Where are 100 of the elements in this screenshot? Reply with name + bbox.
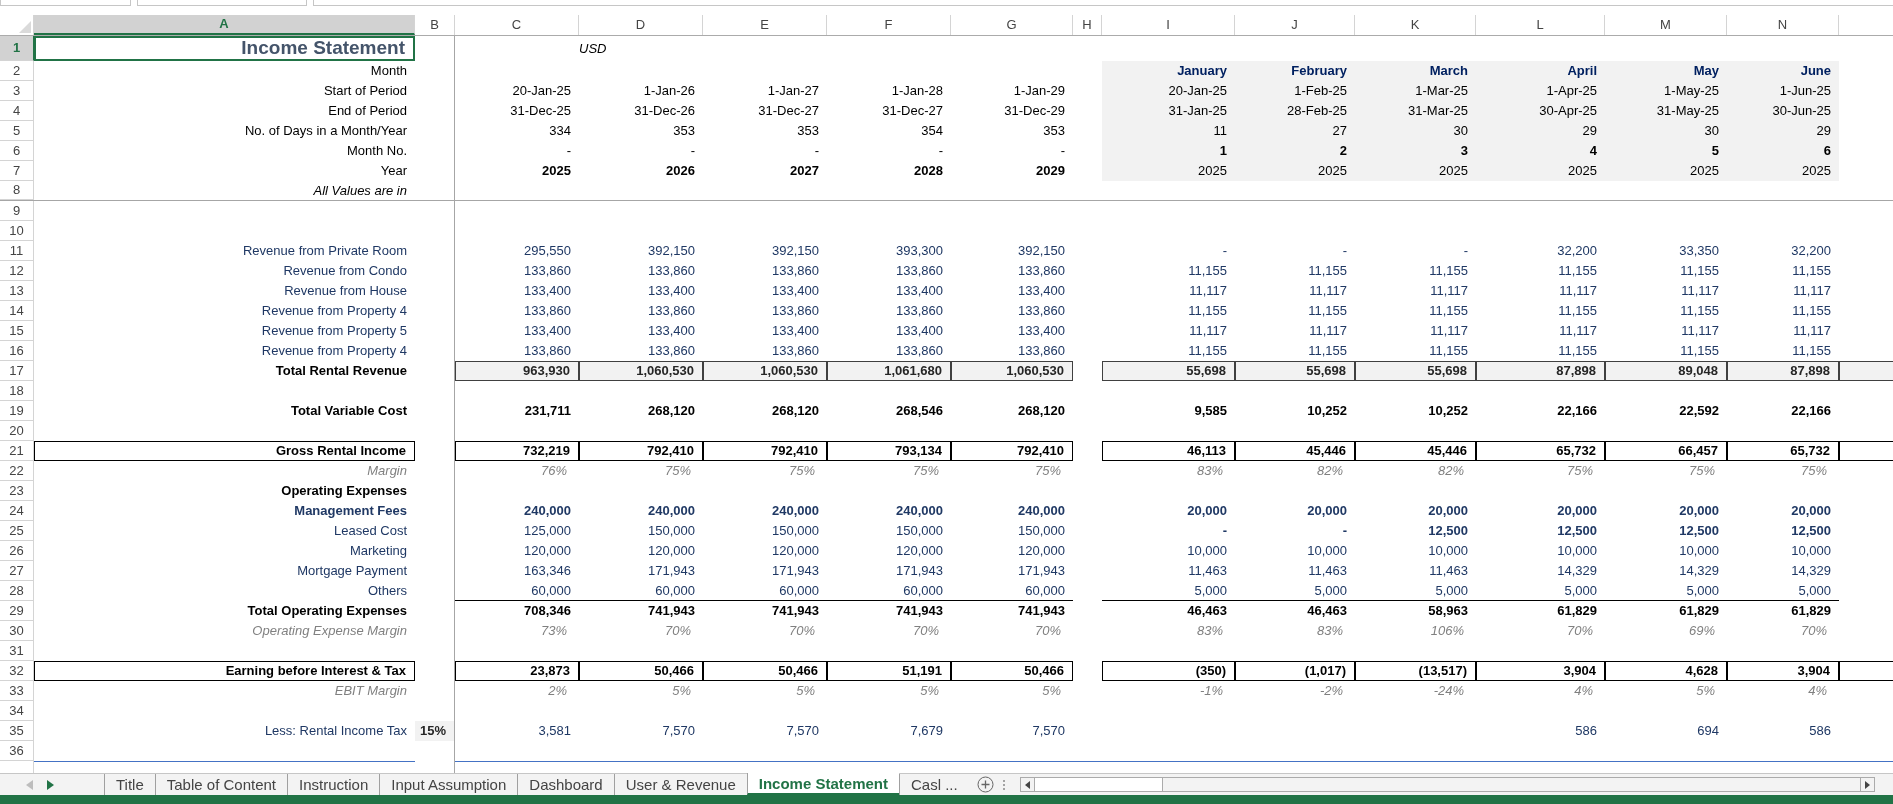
column-header[interactable]: K xyxy=(1355,15,1476,35)
table-cell: 50,466 xyxy=(951,661,1073,681)
scroll-right-icon[interactable] xyxy=(47,779,54,790)
row-header[interactable]: 2 xyxy=(0,61,34,81)
row-header[interactable]: 13 xyxy=(0,281,34,301)
formula-bar-field[interactable] xyxy=(137,0,307,6)
table-cell-text: 20,000 xyxy=(1306,502,1348,521)
table-cell: 45,446 xyxy=(1355,441,1476,461)
table-cell-text: 11,117 xyxy=(1792,322,1832,341)
row-header[interactable]: 29 xyxy=(0,601,34,621)
horizontal-scrollbar[interactable] xyxy=(1019,777,1875,792)
table-cell-text: 1-Jan-29 xyxy=(1012,82,1066,101)
table-cell: 792,410 xyxy=(951,441,1073,461)
row-header[interactable]: 20 xyxy=(0,421,34,441)
sheet-tab[interactable]: Income Statement xyxy=(746,773,899,795)
row-header[interactable]: 34 xyxy=(0,701,34,721)
row-header[interactable]: 1 xyxy=(0,36,34,61)
row-header[interactable]: 12 xyxy=(0,261,34,281)
table-cell-text: 133,860 xyxy=(647,302,696,321)
row-header[interactable]: 24 xyxy=(0,501,34,521)
table-cell-text: 133,860 xyxy=(647,342,696,361)
row-header[interactable]: 3 xyxy=(0,81,34,101)
row-header[interactable]: 15 xyxy=(0,321,34,341)
row-header[interactable]: 18 xyxy=(0,381,34,401)
table-cell: 1,061,680 xyxy=(827,361,951,381)
row-header[interactable]: 19 xyxy=(0,401,34,421)
table-cell: 1,060,530 xyxy=(579,361,703,381)
scroll-left-icon[interactable] xyxy=(1024,780,1030,789)
row-header[interactable]: 21 xyxy=(0,441,34,461)
table-cell-text: 20,000 xyxy=(1427,502,1469,521)
column-header[interactable]: N xyxy=(1727,15,1839,35)
table-cell-text: 20,000 xyxy=(1556,502,1598,521)
row-header[interactable]: 23 xyxy=(0,481,34,501)
table-cell-text: 31-Dec-25 xyxy=(509,102,572,121)
column-header[interactable]: L xyxy=(1476,15,1605,35)
column-header[interactable]: M xyxy=(1605,15,1727,35)
column-header[interactable]: G xyxy=(951,15,1073,35)
table-cell: 963,930 xyxy=(455,361,579,381)
column-header[interactable]: D xyxy=(579,15,703,35)
row-header[interactable]: 11 xyxy=(0,241,34,261)
scroll-right-icon[interactable] xyxy=(1865,780,1870,789)
formula-bar-field[interactable] xyxy=(313,0,1893,6)
table-cell-text: 14,329 xyxy=(1556,562,1598,581)
column-header[interactable]: B xyxy=(415,15,455,35)
column-header[interactable]: F xyxy=(827,15,951,35)
table-cell: 27 xyxy=(1235,121,1355,141)
table-cell: 23,873 xyxy=(455,661,579,681)
row-header[interactable]: 5 xyxy=(0,121,34,141)
table-cell-text: 58,963 xyxy=(1427,602,1469,621)
add-sheet-icon[interactable] xyxy=(976,776,994,793)
table-cell: 87,898 xyxy=(1476,361,1605,381)
row-header[interactable]: 28 xyxy=(0,581,34,601)
table-cell-text: - xyxy=(1059,142,1066,161)
table-cell: 1-Feb-25 xyxy=(1235,81,1355,101)
row-header[interactable]: 7 xyxy=(0,161,34,181)
column-header[interactable]: A xyxy=(34,15,415,35)
row-header[interactable]: 8 xyxy=(0,181,34,200)
table-cell-text: - xyxy=(1221,242,1228,261)
row-header[interactable]: 35 xyxy=(0,721,34,741)
row-header[interactable]: 25 xyxy=(0,521,34,541)
table-cell-text: 11,155 xyxy=(1428,342,1469,361)
more-icon[interactable] xyxy=(1001,778,1006,791)
table-cell-text: 392,150 xyxy=(771,242,820,261)
row-header[interactable]: 27 xyxy=(0,561,34,581)
table-cell-text: 10,000 xyxy=(1790,542,1832,561)
row-header[interactable]: 31 xyxy=(0,641,34,661)
table-cell-text: 61,829 xyxy=(1678,602,1720,621)
table-cell-text: Revenue from Private Room xyxy=(242,242,408,261)
table-cell-text: 133,860 xyxy=(895,302,944,321)
row-header[interactable]: 9 xyxy=(0,201,34,221)
table-cell-text: 741,943 xyxy=(1017,602,1066,621)
row-header[interactable]: 30 xyxy=(0,621,34,641)
table-cell-text: 133,400 xyxy=(895,322,944,341)
table-cell: 65,732 xyxy=(1727,441,1839,461)
table-cell-text: 75% xyxy=(1033,462,1062,481)
row-header[interactable]: 22 xyxy=(0,461,34,481)
column-header[interactable]: H xyxy=(1073,15,1102,35)
column-header[interactable]: I xyxy=(1102,15,1235,35)
row-header[interactable]: 14 xyxy=(0,301,34,321)
table-cell-text: 11,155 xyxy=(1791,262,1832,281)
name-box-field[interactable] xyxy=(0,0,131,6)
row-header[interactable]: 33 xyxy=(0,681,34,701)
table-cell-text: 70% xyxy=(663,622,692,641)
row-header[interactable]: 10 xyxy=(0,221,34,241)
row-header[interactable]: 16 xyxy=(0,341,34,361)
table-cell-text: 12,500 xyxy=(1678,522,1720,541)
scrollbar-thumb[interactable] xyxy=(1034,778,1163,791)
row-header[interactable]: 36 xyxy=(0,741,34,761)
row-header[interactable]: 32 xyxy=(0,661,34,681)
row-header[interactable]: 17 xyxy=(0,361,34,381)
column-header[interactable]: E xyxy=(703,15,827,35)
row-header[interactable]: 6 xyxy=(0,141,34,161)
row-header[interactable]: 26 xyxy=(0,541,34,561)
table-cell-text: 133,860 xyxy=(1017,262,1066,281)
table-cell-text: 334 xyxy=(548,122,572,141)
table-cell-text: 14,329 xyxy=(1790,562,1832,581)
column-header[interactable]: J xyxy=(1235,15,1355,35)
column-header[interactable]: C xyxy=(455,15,579,35)
table-cell: 15% xyxy=(415,721,455,741)
row-header[interactable]: 4 xyxy=(0,101,34,121)
